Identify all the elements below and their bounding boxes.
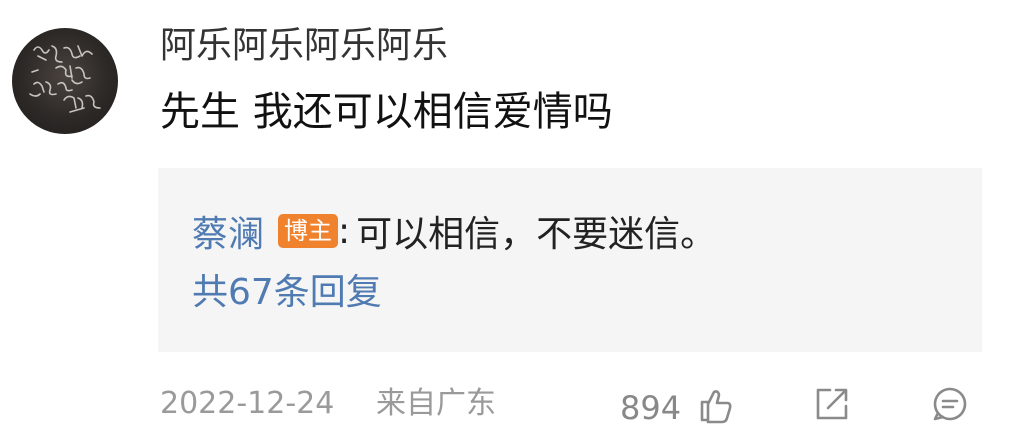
reply-line: 蔡澜 博主 : 可以相信，不要迷信。 <box>192 206 716 256</box>
comment-text: 先生 我还可以相信爱情吗 <box>160 89 613 135</box>
share-icon[interactable] <box>812 384 852 424</box>
avatar[interactable] <box>12 28 118 134</box>
comment-item: 阿乐阿乐阿乐阿乐 先生 我还可以相信爱情吗 蔡澜 博主 : 可以相信，不要迷信。… <box>0 0 1010 425</box>
comment-location: 来自广东 <box>376 386 496 421</box>
username[interactable]: 阿乐阿乐阿乐阿乐 <box>160 24 448 68</box>
comment-date: 2022-12-24 <box>160 386 335 421</box>
like-count: 894 <box>620 389 682 425</box>
reply-preview[interactable]: 蔡澜 博主 : 可以相信，不要迷信。 共67条回复 <box>158 168 982 352</box>
author-badge: 博主 <box>278 214 339 248</box>
reply-text: 可以相信，不要迷信。 <box>356 214 717 255</box>
thumbs-up-icon[interactable] <box>694 384 734 424</box>
reply-author[interactable]: 蔡澜 <box>192 205 264 257</box>
avatar-handwriting-image <box>29 45 101 113</box>
reply-colon: : <box>338 210 351 252</box>
view-all-replies-link[interactable]: 共67条回复 <box>192 268 382 318</box>
comment-icon[interactable] <box>930 384 970 424</box>
